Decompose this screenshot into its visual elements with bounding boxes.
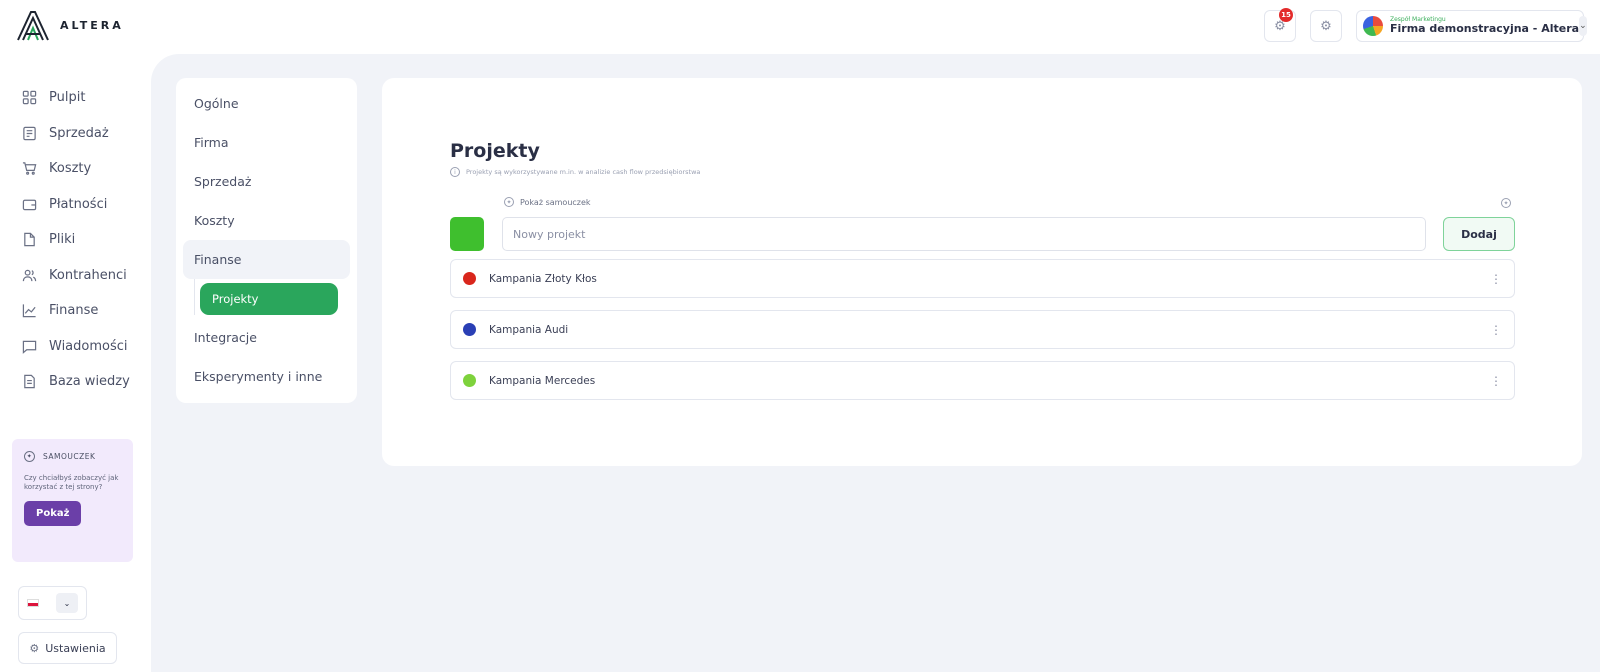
settings-nav-projekty[interactable]: Projekty (200, 283, 338, 315)
project-row[interactable]: Kampania Audi ⋮ (450, 310, 1515, 349)
compass-icon: ✦ (504, 197, 514, 207)
sidebar-item-finanse[interactable]: Finanse (0, 293, 148, 329)
settings-nav-sprzedaz[interactable]: Sprzedaż (183, 162, 350, 201)
notifications-button[interactable]: ⚙ 15 (1264, 8, 1296, 42)
people-icon (21, 267, 37, 283)
project-name: Kampania Mercedes (489, 374, 596, 387)
chevron-down-icon[interactable]: ⌄ (56, 593, 78, 613)
project-color-dot (463, 272, 476, 285)
logo[interactable]: ALTERA (16, 8, 124, 42)
new-project-input[interactable] (502, 217, 1426, 251)
sidebar-item-sprzedaz[interactable]: Sprzedaż (0, 116, 148, 152)
book-icon (21, 374, 37, 390)
tutorial-title: SAMOUCZEK (43, 452, 96, 461)
sidebar-item-platnosci[interactable]: Płatności (0, 187, 148, 223)
settings-nav-integracje[interactable]: Integracje (183, 318, 350, 357)
poland-flag-icon (27, 599, 39, 607)
wallet-icon (21, 196, 37, 212)
sidebar-item-kontrahenci[interactable]: Kontrahenci (0, 258, 148, 294)
sidebar-item-label: Pulpit (49, 90, 86, 106)
add-project-button[interactable]: Dodaj (1443, 217, 1515, 251)
settings-nav-finanse[interactable]: Finanse (183, 240, 350, 279)
grid-icon (21, 90, 37, 106)
invoice-icon (21, 125, 37, 141)
more-options-icon[interactable]: ⋮ (1490, 322, 1502, 338)
gear-icon: ⚙ (29, 641, 40, 655)
sidebar-item-wiadomosci[interactable]: Wiadomości (0, 329, 148, 365)
sidebar-item-label: Pliki (49, 232, 76, 248)
altera-logo-icon (17, 11, 49, 41)
chart-icon (21, 303, 37, 319)
page-title: Projekty (450, 140, 540, 162)
show-tutorial-label: Pokaż samouczek (520, 197, 591, 207)
more-options-icon[interactable]: ⋮ (1490, 271, 1502, 287)
sidebar-item-koszty[interactable]: Koszty (0, 151, 148, 187)
company-logo (1363, 16, 1383, 36)
more-options-icon[interactable]: ⋮ (1490, 373, 1502, 389)
settings-button[interactable]: ⚙ Ustawienia (18, 632, 117, 664)
settings-nav-koszty[interactable]: Koszty (183, 201, 350, 240)
chevron-down-icon[interactable]: ⌄ (1579, 16, 1587, 36)
project-color-dot (463, 323, 476, 336)
tutorial-text: Czy chciałbyś zobaczyć jak korzystać z t… (24, 474, 119, 492)
cart-icon (21, 161, 37, 177)
project-name: Kampania Złoty Kłos (489, 272, 597, 285)
sidebar-item-baza-wiedzy[interactable]: Baza wiedzy (0, 364, 148, 400)
notifications-badge: 15 (1279, 8, 1293, 22)
company-switcher[interactable]: Zespół Marketingu Firma demonstracyjna -… (1356, 10, 1587, 42)
settings-gear-button[interactable]: ⚙ (1310, 10, 1342, 42)
project-row[interactable]: Kampania Złoty Kłos ⋮ (450, 259, 1515, 298)
sidebar-item-label: Kontrahenci (49, 267, 127, 283)
page-description: Projekty są wykorzystywane m.in. w anali… (466, 168, 701, 176)
project-row[interactable]: Kampania Mercedes ⋮ (450, 361, 1515, 400)
sidebar-item-pliki[interactable]: Pliki (0, 222, 148, 258)
sidebar-item-label: Wiadomości (49, 338, 128, 354)
company-name: Firma demonstracyjna - Altera (1390, 22, 1580, 36)
info-icon: i (450, 167, 460, 177)
project-name: Kampania Audi (489, 323, 569, 336)
brand-name: ALTERA (60, 18, 124, 32)
message-icon (21, 338, 37, 354)
projects-panel: Projekty i Projekty są wykorzystywane m.… (382, 78, 1582, 466)
settings-nav-eksperymenty[interactable]: Eksperymenty i inne (183, 357, 350, 396)
compass-icon: ✦ (24, 451, 35, 462)
sidebar-item-label: Płatności (49, 196, 108, 212)
sidebar: Pulpit Sprzedaż Koszty Płatności Pliki K… (0, 80, 148, 400)
help-icon[interactable]: ✦ (1501, 198, 1511, 208)
sidebar-item-label: Finanse (49, 303, 99, 319)
sidebar-item-label: Baza wiedzy (49, 374, 130, 390)
sidebar-item-label: Koszty (49, 161, 92, 177)
sidebar-item-label: Sprzedaż (49, 125, 109, 141)
color-picker[interactable] (450, 217, 484, 251)
file-icon (21, 232, 37, 248)
top-bar: ALTERA ⚙ 15 ⚙ Zespół Marketingu Firma de… (0, 0, 1600, 52)
gear-icon: ⚙ (1320, 18, 1332, 34)
settings-label: Ustawienia (45, 641, 106, 655)
language-select[interactable]: ⌄ (18, 586, 87, 620)
tree-line (194, 279, 195, 315)
project-color-dot (463, 374, 476, 387)
sidebar-item-pulpit[interactable]: Pulpit (0, 80, 148, 116)
settings-nav-firma[interactable]: Firma (183, 123, 350, 162)
settings-nav-ogolne[interactable]: Ogólne (183, 84, 350, 123)
show-tutorial-button[interactable]: Pokaż (24, 500, 82, 526)
tutorial-card: ✦ SAMOUCZEK Czy chciałbyś zobaczyć jak k… (12, 439, 133, 562)
settings-nav: Ogólne Firma Sprzedaż Koszty Finanse Pro… (176, 78, 357, 403)
show-tutorial-link[interactable]: ✦ Pokaż samouczek (504, 197, 591, 207)
